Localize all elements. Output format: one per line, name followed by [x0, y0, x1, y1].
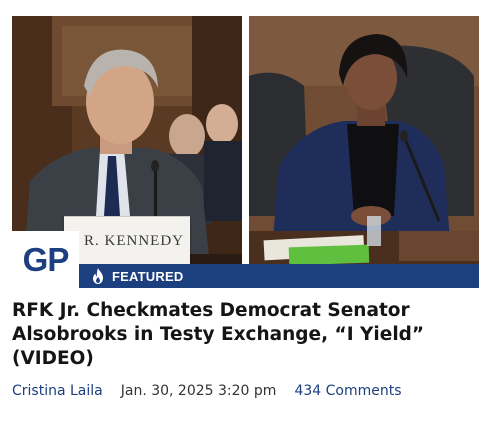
- article-headline[interactable]: RFK Jr. Checkmates Democrat Senator Also…: [12, 299, 482, 371]
- publish-date: Jan. 30, 2025 3:20 pm: [120, 383, 277, 399]
- comments-link[interactable]: 434 Comments: [294, 383, 401, 399]
- logo-text: GP: [22, 240, 70, 278]
- article-card: R. KENNEDY GP FEATURED RFK Jr. Checkmate…: [0, 0, 493, 427]
- fire-icon: [93, 268, 103, 284]
- photo-divider: [242, 16, 249, 288]
- featured-label: FEATURED: [112, 268, 184, 284]
- author-link[interactable]: Cristina Laila: [12, 383, 103, 399]
- nameplate-text: R. KENNEDY: [84, 233, 184, 249]
- featured-badge: FEATURED: [79, 264, 479, 288]
- article-meta: Cristina Laila Jan. 30, 2025 3:20 pm 434…: [12, 381, 402, 401]
- photo-right: [249, 16, 479, 288]
- senate-nameplate: R. KENNEDY: [64, 216, 190, 269]
- featured-image[interactable]: R. KENNEDY GP FEATURED: [12, 16, 479, 288]
- gp-logo[interactable]: GP: [12, 231, 79, 288]
